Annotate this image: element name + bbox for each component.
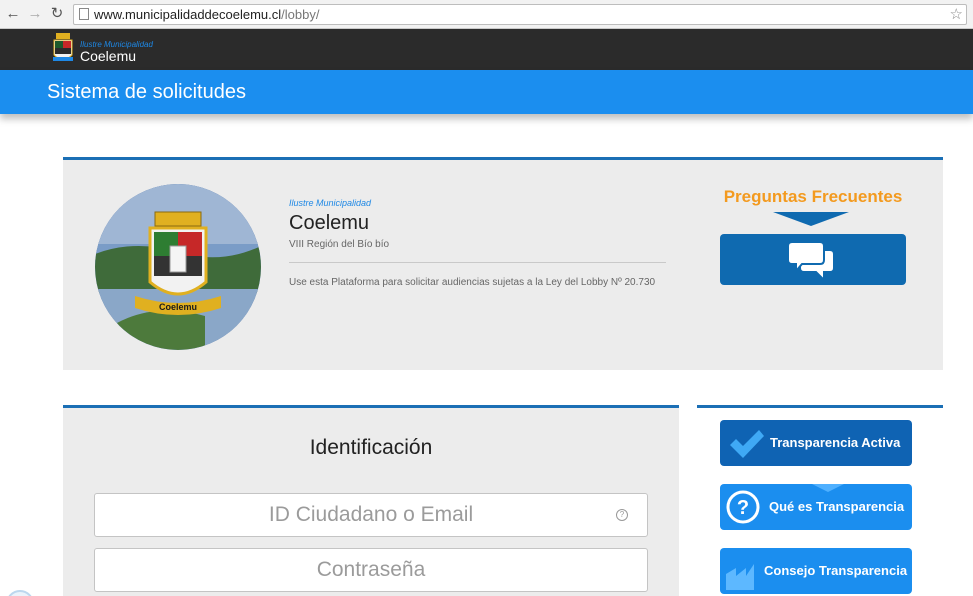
login-title: Identificación — [309, 436, 433, 459]
consejo-transparencia-label: Consejo Transparencia — [764, 563, 908, 578]
faq-pointer — [773, 212, 849, 226]
que-es-transparencia-button[interactable]: ? Qué es Transparencia — [720, 484, 912, 530]
speech-bubbles-icon — [788, 241, 835, 282]
password-field[interactable]: Contraseña — [94, 548, 648, 592]
site-header: Ilustre Municipalidad Coelemu — [0, 29, 973, 70]
chat-widget-icon[interactable] — [6, 590, 34, 596]
address-bar[interactable]: www.municipalidaddecoelemu.cl/lobby/ ☆ — [73, 4, 967, 25]
citizen-id-placeholder: ID Ciudadano o Email — [268, 503, 474, 526]
faq-button[interactable] — [720, 234, 906, 285]
back-arrow-icon[interactable]: ← — [4, 5, 22, 23]
intro-description: Use esta Plataforma para solicitar audie… — [289, 277, 656, 288]
page: ← → ↻ www.municipalidaddecoelemu.cl/lobb… — [0, 0, 973, 596]
forward-arrow-icon[interactable]: → — [26, 5, 44, 23]
que-es-transparencia-label: Qué es Transparencia — [769, 499, 905, 514]
intro-region: VIII Región del Bío bío — [289, 239, 390, 250]
faq-title[interactable]: Preguntas Frecuentes — [720, 187, 906, 207]
svg-text:?: ? — [737, 497, 749, 519]
consejo-transparencia-button[interactable]: Consejo Transparencia — [720, 548, 912, 594]
intro-subtitle: Ilustre Municipalidad — [289, 198, 372, 208]
help-icon[interactable]: ? — [616, 509, 628, 521]
town-photo-with-crest: Coelemu — [95, 184, 261, 350]
page-icon — [79, 8, 89, 20]
browser-toolbar: ← → ↻ www.municipalidaddecoelemu.cl/lobb… — [0, 0, 973, 29]
title-bar: Sistema de solicitudes — [0, 70, 973, 114]
building-icon — [726, 564, 754, 590]
side-panel-top-line — [697, 405, 943, 408]
intro-panel: Coelemu Ilustre Municipalidad Coelemu VI… — [63, 157, 943, 370]
reload-icon[interactable]: ↻ — [48, 5, 66, 23]
checkmark-icon — [730, 430, 764, 458]
transparencia-activa-label: Transparencia Activa — [770, 435, 901, 450]
password-placeholder: Contraseña — [316, 558, 426, 581]
intro-divider — [289, 262, 666, 263]
bookmark-star-icon[interactable]: ☆ — [950, 5, 963, 24]
login-panel: Identificación ID Ciudadano o Email ? Co… — [63, 405, 679, 596]
url-host: www.municipalidaddecoelemu.cl — [94, 7, 282, 22]
page-title: Sistema de solicitudes — [47, 81, 246, 103]
url-path: /lobby/ — [281, 7, 320, 22]
question-circle-icon: ? — [726, 490, 760, 524]
photo-caption: Coelemu — [159, 302, 197, 312]
citizen-id-email-field[interactable]: ID Ciudadano o Email ? — [94, 493, 648, 537]
transparencia-activa-button[interactable]: Transparencia Activa — [720, 420, 912, 466]
logo-title[interactable]: Coelemu — [80, 48, 136, 64]
municipal-crest-icon[interactable] — [52, 33, 74, 65]
intro-name: Coelemu — [289, 212, 370, 234]
